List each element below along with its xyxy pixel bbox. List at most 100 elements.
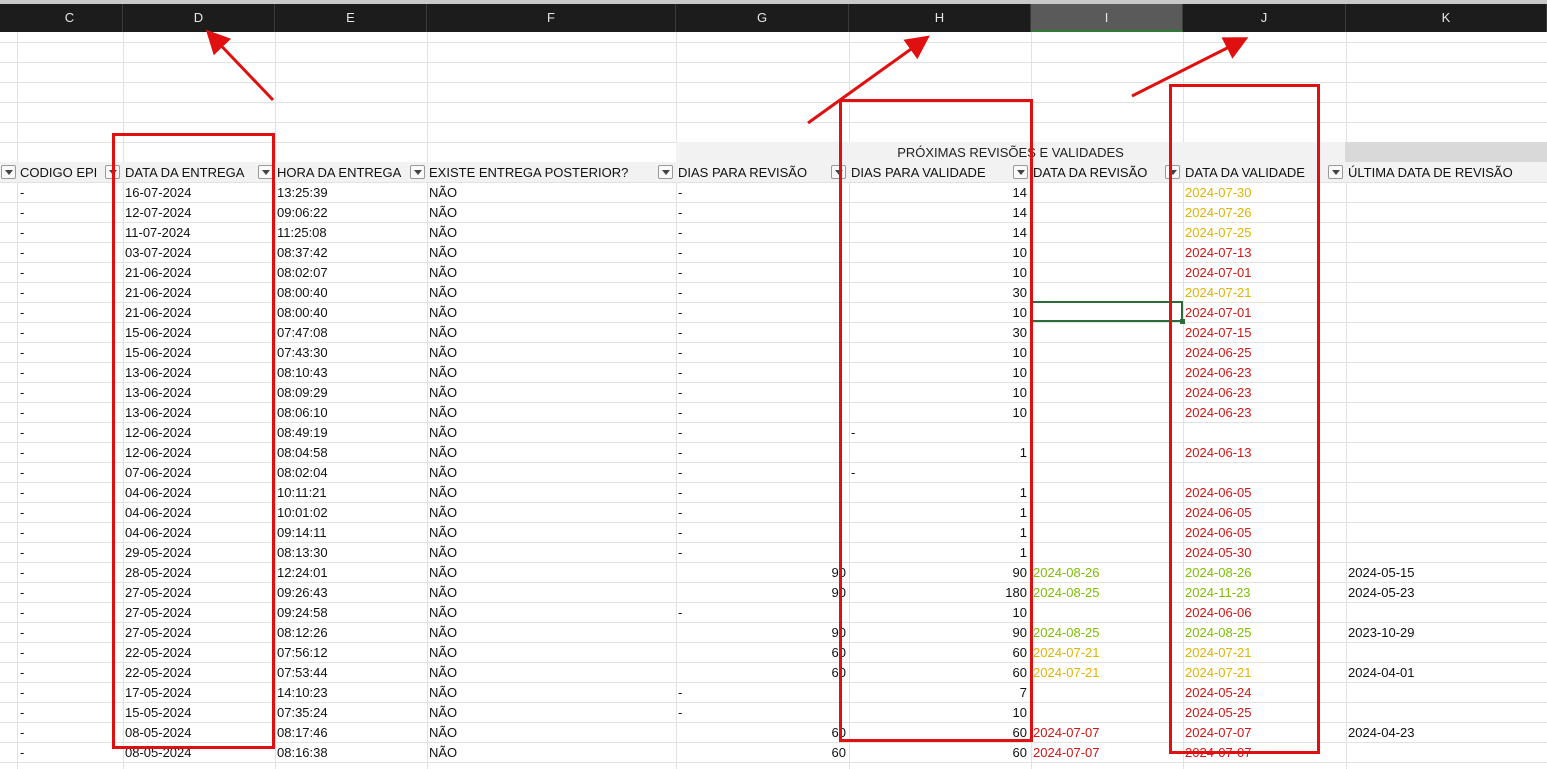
cell-f[interactable]: NÃO <box>429 202 649 222</box>
cell-i[interactable] <box>1033 682 1173 702</box>
cell-e[interactable]: 08:09:29 <box>277 382 407 402</box>
cell-f[interactable]: NÃO <box>429 282 649 302</box>
cell-c[interactable]: - <box>20 242 105 262</box>
cell-f[interactable]: NÃO <box>429 562 649 582</box>
cell-g[interactable]: - <box>678 502 846 522</box>
cell-g[interactable]: - <box>678 342 846 362</box>
cell-g[interactable]: - <box>678 302 846 322</box>
cell-e[interactable]: 14:10:23 <box>277 682 407 702</box>
cell-c[interactable]: - <box>20 602 105 622</box>
cell-k[interactable] <box>1348 342 1538 362</box>
cell-g[interactable]: 60 <box>678 722 846 742</box>
cell-k[interactable] <box>1348 262 1538 282</box>
cell-c[interactable]: - <box>20 222 105 242</box>
cell-c[interactable]: - <box>20 482 105 502</box>
cell-i[interactable]: 2024-07-21 <box>1033 642 1173 662</box>
cell-i[interactable] <box>1033 402 1173 422</box>
cell-k[interactable] <box>1348 522 1538 542</box>
cell-i[interactable] <box>1033 702 1173 722</box>
cell-c[interactable]: - <box>20 362 105 382</box>
cell-g[interactable]: - <box>678 262 846 282</box>
cell-f[interactable]: NÃO <box>429 742 649 762</box>
cell-i[interactable] <box>1033 382 1173 402</box>
cell-c[interactable]: - <box>20 302 105 322</box>
cell-i[interactable] <box>1033 482 1173 502</box>
cell-k[interactable]: 2024-04-23 <box>1348 722 1538 742</box>
column-header-k[interactable]: K <box>1346 4 1547 32</box>
cell-c[interactable]: - <box>20 442 105 462</box>
cell-g[interactable]: 90 <box>678 622 846 642</box>
cell-i[interactable]: 2024-07-21 <box>1033 662 1173 682</box>
cell-e[interactable]: 13:25:39 <box>277 182 407 202</box>
cell-e[interactable]: 08:02:07 <box>277 262 407 282</box>
cell-e[interactable]: 10:01:02 <box>277 502 407 522</box>
cell-g[interactable]: - <box>678 322 846 342</box>
cell-i[interactable]: 2024-07-07 <box>1033 722 1173 742</box>
cell-g[interactable]: - <box>678 482 846 502</box>
cell-e[interactable]: 08:49:19 <box>277 422 407 442</box>
column-header-j[interactable]: J <box>1183 4 1346 32</box>
cell-c[interactable]: - <box>20 422 105 442</box>
cell-g[interactable]: - <box>678 602 846 622</box>
cell-e[interactable]: 08:02:04 <box>277 462 407 482</box>
cell-f[interactable]: NÃO <box>429 722 649 742</box>
cell-g[interactable]: 60 <box>678 742 846 762</box>
cell-g[interactable]: - <box>678 242 846 262</box>
cell-f[interactable]: NÃO <box>429 662 649 682</box>
cell-k[interactable] <box>1348 442 1538 462</box>
filter-button-b[interactable] <box>1 165 16 179</box>
cell-k[interactable] <box>1348 302 1538 322</box>
cell-f[interactable]: NÃO <box>429 242 649 262</box>
cell-f[interactable]: NÃO <box>429 222 649 242</box>
cell-i[interactable] <box>1033 422 1173 442</box>
active-cell-selection[interactable] <box>1030 301 1185 324</box>
filter-button-j[interactable] <box>1328 165 1343 179</box>
cell-k[interactable] <box>1348 482 1538 502</box>
cell-c[interactable]: - <box>20 262 105 282</box>
cell-c[interactable]: - <box>20 502 105 522</box>
cell-c[interactable]: - <box>20 342 105 362</box>
cell-e[interactable]: 08:06:10 <box>277 402 407 422</box>
cell-k[interactable] <box>1348 362 1538 382</box>
cell-f[interactable]: NÃO <box>429 522 649 542</box>
cell-f[interactable]: NÃO <box>429 342 649 362</box>
cell-c[interactable]: - <box>20 742 105 762</box>
cell-g[interactable]: 60 <box>678 642 846 662</box>
cell-f[interactable]: NÃO <box>429 462 649 482</box>
cell-f[interactable]: NÃO <box>429 642 649 662</box>
cell-k[interactable] <box>1348 702 1538 722</box>
cell-f[interactable]: NÃO <box>429 622 649 642</box>
cell-c[interactable]: - <box>20 702 105 722</box>
column-header-g[interactable]: G <box>676 4 849 32</box>
cell-i[interactable] <box>1033 182 1173 202</box>
cell-e[interactable]: 09:24:58 <box>277 602 407 622</box>
cell-k[interactable]: 2024-04-01 <box>1348 662 1538 682</box>
cell-i[interactable] <box>1033 362 1173 382</box>
cell-e[interactable]: 12:24:01 <box>277 562 407 582</box>
cell-i[interactable] <box>1033 222 1173 242</box>
cell-f[interactable]: NÃO <box>429 362 649 382</box>
cell-k[interactable] <box>1348 382 1538 402</box>
cell-f[interactable]: NÃO <box>429 582 649 602</box>
cell-f[interactable]: NÃO <box>429 322 649 342</box>
cell-c[interactable]: - <box>20 382 105 402</box>
cell-i[interactable] <box>1033 462 1173 482</box>
cell-k[interactable] <box>1348 422 1538 442</box>
cell-g[interactable]: - <box>678 182 846 202</box>
cell-e[interactable]: 10:11:21 <box>277 482 407 502</box>
cell-i[interactable] <box>1033 282 1173 302</box>
column-header-c[interactable]: C <box>17 4 123 32</box>
cell-k[interactable] <box>1348 642 1538 662</box>
cell-e[interactable]: 08:17:46 <box>277 722 407 742</box>
cell-c[interactable]: - <box>20 322 105 342</box>
cell-h[interactable]: 60 <box>851 742 1027 762</box>
cell-f[interactable]: NÃO <box>429 182 649 202</box>
cell-i[interactable] <box>1033 322 1173 342</box>
cell-i[interactable] <box>1033 262 1173 282</box>
cell-c[interactable]: - <box>20 682 105 702</box>
column-header-h[interactable]: H <box>849 4 1031 32</box>
cell-f[interactable]: NÃO <box>429 682 649 702</box>
cell-k[interactable] <box>1348 182 1538 202</box>
cell-k[interactable] <box>1348 742 1538 762</box>
cell-f[interactable]: NÃO <box>429 482 649 502</box>
